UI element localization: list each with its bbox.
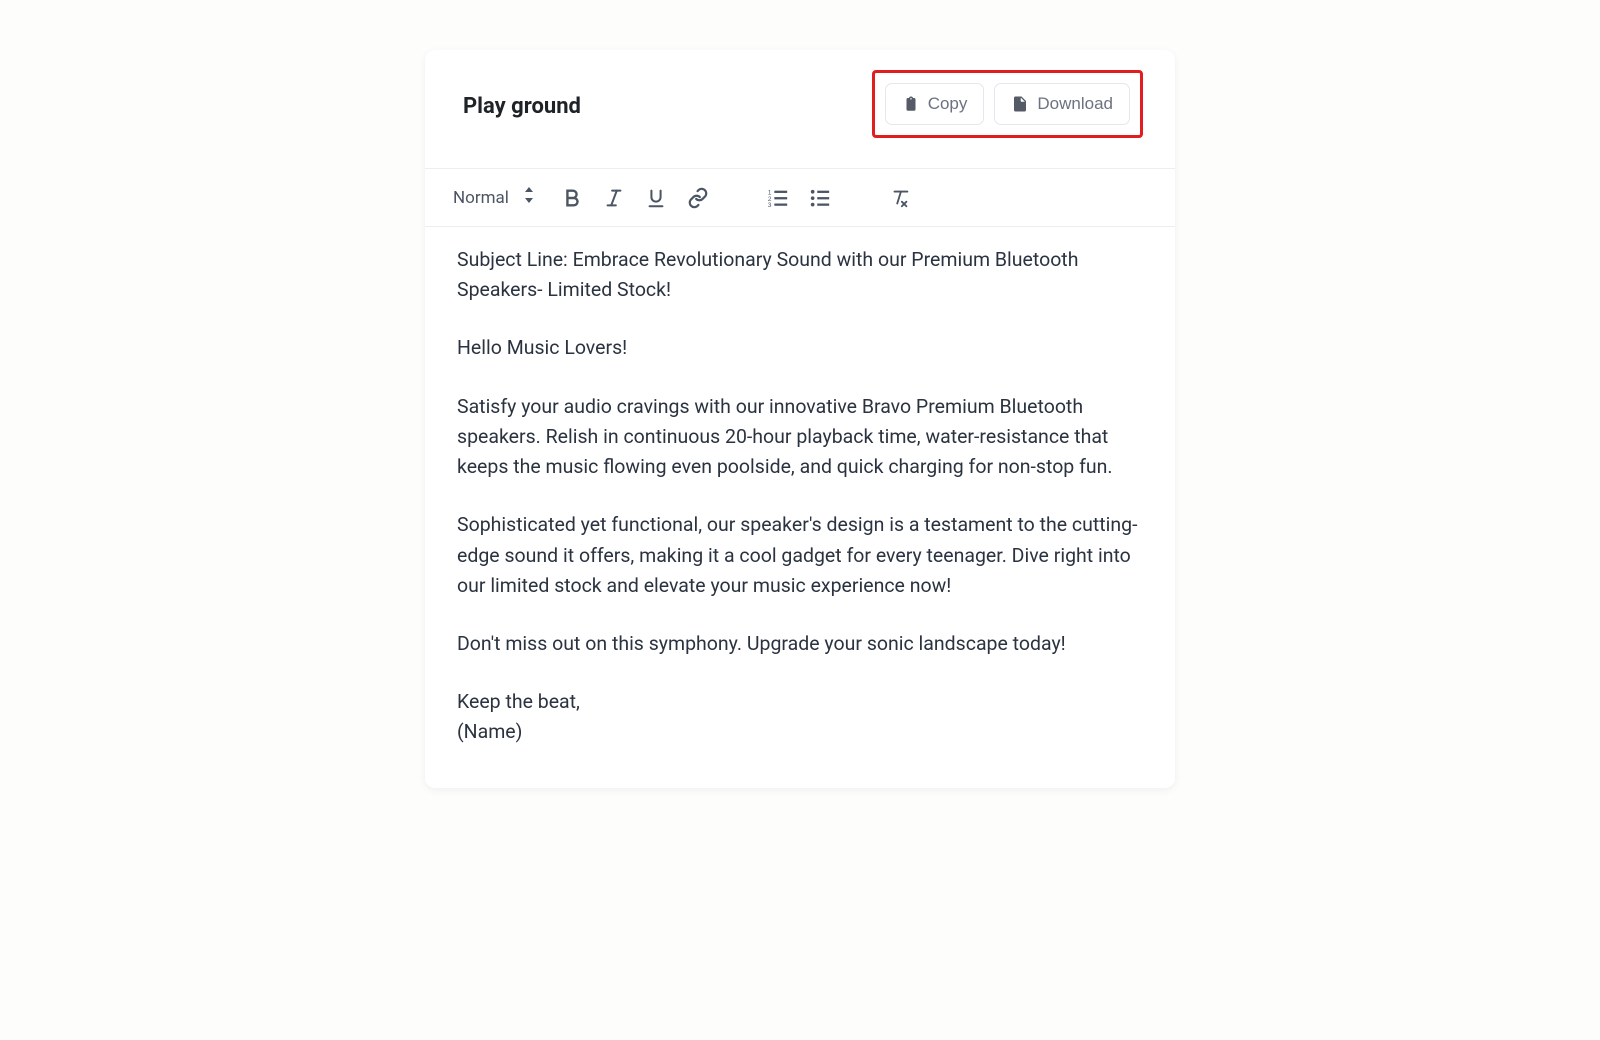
link-button[interactable] [685, 185, 711, 211]
editor-line: Hello Music Lovers! [457, 333, 1143, 363]
svg-text:3: 3 [768, 202, 772, 209]
bold-button[interactable] [559, 185, 585, 211]
editor-line: Subject Line: Embrace Revolutionary Soun… [457, 245, 1143, 305]
editor-line: Sophisticated yet functional, our speake… [457, 510, 1143, 601]
chevron-updown-icon [523, 187, 535, 208]
blank-line [457, 482, 1143, 510]
editor-toolbar: Normal 123 [425, 168, 1175, 227]
page-title: Play ground [463, 94, 581, 119]
format-select[interactable]: Normal [451, 183, 537, 212]
text-style-group [559, 185, 711, 211]
clipboard-icon [902, 95, 920, 113]
playground-card: Play ground Copy Download Normal [425, 50, 1175, 788]
format-select-label: Normal [453, 188, 509, 208]
download-button[interactable]: Download [994, 83, 1130, 125]
download-button-label: Download [1037, 94, 1113, 114]
header-actions-highlight: Copy Download [872, 70, 1143, 138]
copy-button[interactable]: Copy [885, 83, 985, 125]
editor-line: Keep the beat, [457, 687, 1143, 717]
blank-line [457, 305, 1143, 333]
ordered-list-button[interactable]: 123 [765, 185, 791, 211]
underline-button[interactable] [643, 185, 669, 211]
blank-line [457, 364, 1143, 392]
editor-line: Satisfy your audio cravings with our inn… [457, 392, 1143, 483]
card-header: Play ground Copy Download [425, 50, 1175, 168]
list-group: 123 [765, 185, 833, 211]
editor-line: Don't miss out on this symphony. Upgrade… [457, 629, 1143, 659]
italic-button[interactable] [601, 185, 627, 211]
unordered-list-button[interactable] [807, 185, 833, 211]
copy-button-label: Copy [928, 94, 968, 114]
file-download-icon [1011, 95, 1029, 113]
editor-line: (Name) [457, 717, 1143, 747]
editor-content[interactable]: Subject Line: Embrace Revolutionary Soun… [425, 227, 1175, 788]
clear-format-button[interactable] [887, 185, 913, 211]
blank-line [457, 659, 1143, 687]
blank-line [457, 601, 1143, 629]
